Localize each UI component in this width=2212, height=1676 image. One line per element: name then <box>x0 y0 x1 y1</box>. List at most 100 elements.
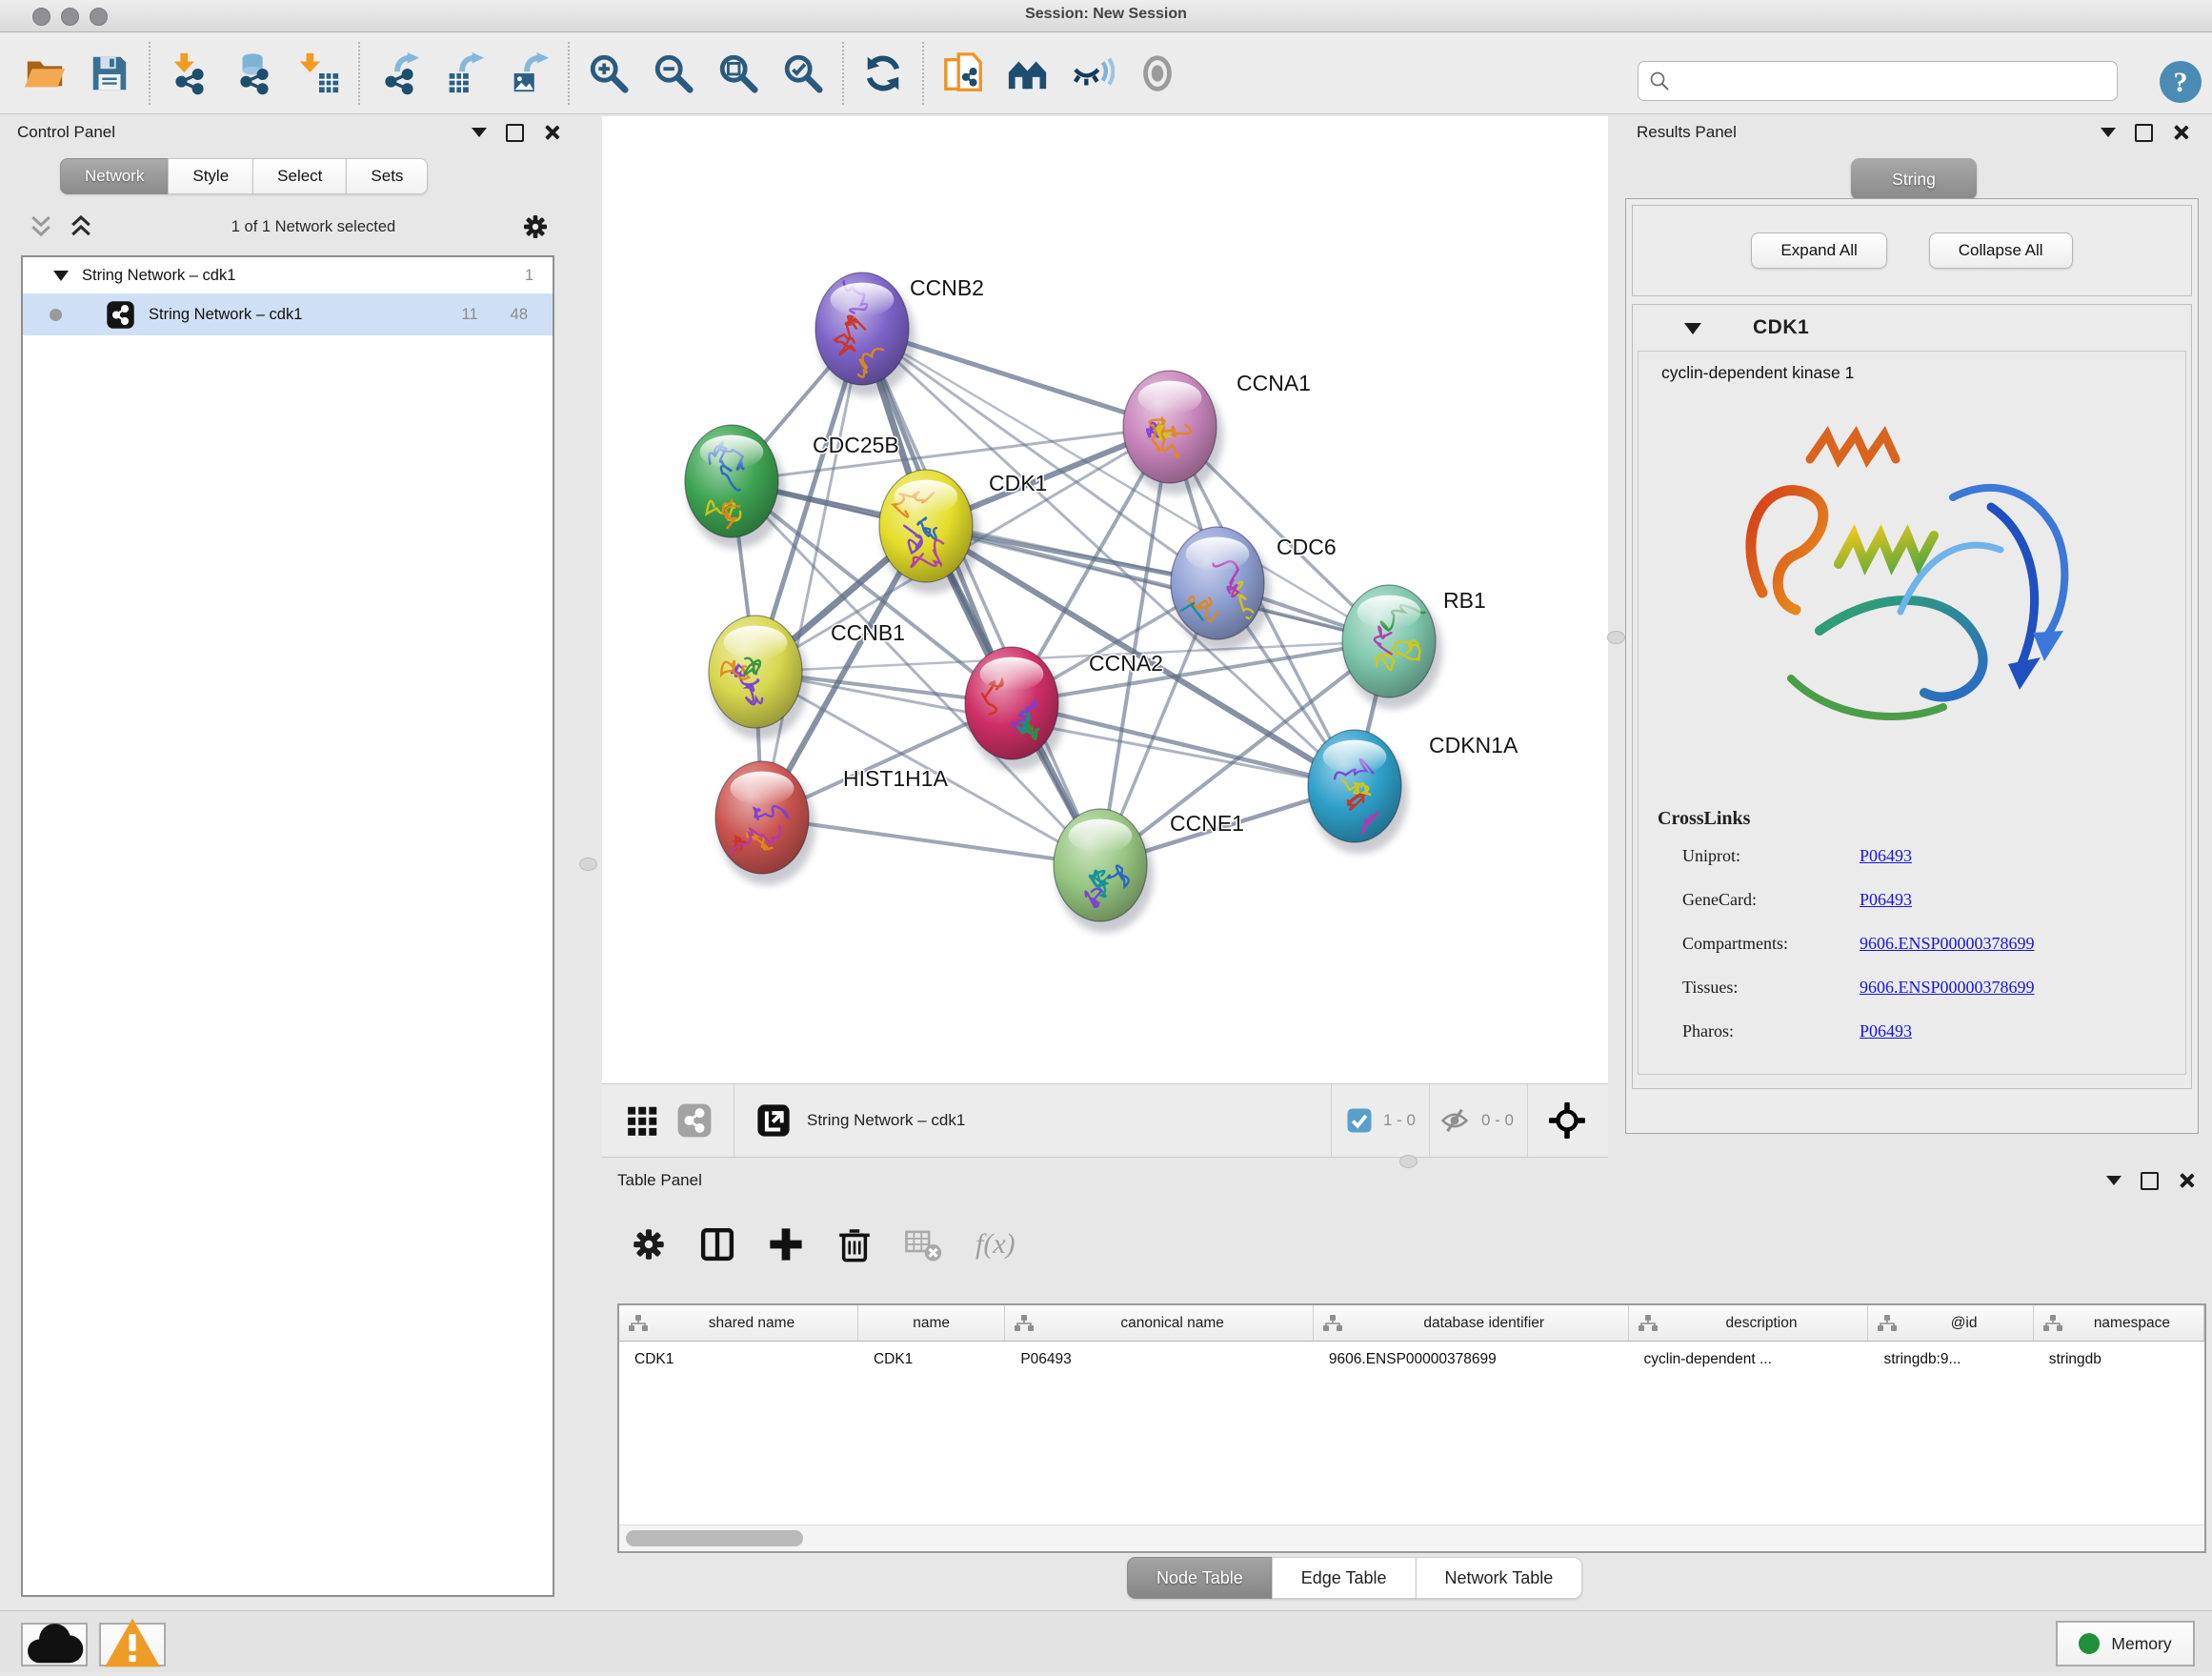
panel-float-icon[interactable] <box>2141 1172 2159 1190</box>
tab-network-table[interactable]: Network Table <box>1416 1557 1583 1599</box>
hide-selected-button[interactable] <box>1065 43 1120 104</box>
table-options-gear-icon[interactable] <box>629 1224 669 1264</box>
network-options-gear-icon[interactable] <box>520 212 551 242</box>
collapse-arrow-icon[interactable] <box>1684 323 1701 343</box>
network-overview-icon[interactable] <box>676 1102 713 1139</box>
zoom-in-button[interactable] <box>581 43 636 104</box>
control-panel-title: Control Panel <box>17 123 115 142</box>
column-label: @id <box>1904 1315 2022 1332</box>
panel-float-icon[interactable] <box>2135 124 2153 142</box>
zoom-in-icon <box>587 51 631 95</box>
column-header-canonical-name[interactable]: canonical name <box>1005 1305 1314 1341</box>
network-node-CDK1[interactable]: CDK1 <box>879 470 1047 594</box>
import-network-button[interactable] <box>162 43 217 104</box>
tab-style[interactable]: Style <box>168 158 253 194</box>
column-header-name[interactable]: name <box>858 1305 1005 1341</box>
birdseye-view-icon[interactable] <box>625 1102 661 1139</box>
detach-view-icon[interactable] <box>755 1102 792 1139</box>
node-details-header[interactable]: CDK1 <box>1633 305 2191 351</box>
column-header-shared-name[interactable]: shared name <box>619 1305 858 1341</box>
import-table-button[interactable] <box>292 43 347 104</box>
table-cell[interactable]: stringdb <box>2034 1351 2204 1368</box>
fit-selected-crosshair-icon[interactable] <box>1549 1102 1585 1139</box>
network-collection-row[interactable]: String Network – cdk1 1 <box>23 257 553 293</box>
panel-float-icon[interactable] <box>506 124 524 142</box>
tab-sets[interactable]: Sets <box>346 158 428 194</box>
tab-edge-table[interactable]: Edge Table <box>1272 1557 1417 1599</box>
tab-network[interactable]: Network <box>60 158 169 194</box>
table-cell[interactable]: cyclin-dependent ... <box>1629 1351 1869 1368</box>
delete-column-icon[interactable] <box>835 1224 875 1264</box>
column-header-namespace[interactable]: namespace <box>2034 1305 2204 1341</box>
zoom-selected-button[interactable] <box>775 43 831 104</box>
collapse-tree-icon[interactable] <box>27 212 55 241</box>
table-cell[interactable]: P06493 <box>1005 1351 1314 1368</box>
column-header-description[interactable]: description <box>1629 1305 1869 1341</box>
panel-close-icon[interactable] <box>2178 1172 2195 1189</box>
export-network-button[interactable] <box>372 43 427 104</box>
cloud-tasks-button[interactable] <box>21 1623 88 1666</box>
clone-network-button[interactable] <box>935 43 991 104</box>
network-node-CDC6[interactable]: CDC6 <box>1161 527 1337 651</box>
tab-node-table[interactable]: Node Table <box>1127 1557 1273 1599</box>
network-canvas[interactable]: CCNB2CCNA1CDC25BCDK1CDC6RB1CCNB1CCNA2CDK… <box>602 116 1608 1083</box>
crosslink-link[interactable]: 9606.ENSP00000378699 <box>1860 934 2035 954</box>
show-columns-icon[interactable] <box>697 1224 737 1264</box>
node-table[interactable]: shared namenamecanonical namedatabase id… <box>617 1303 2206 1553</box>
tab-string[interactable]: String <box>1851 158 1977 200</box>
network-node-CCNA2[interactable]: CCNA2 <box>965 647 1163 771</box>
export-table-button[interactable] <box>436 43 492 104</box>
zoom-fit-button[interactable] <box>711 43 766 104</box>
network-node-RB1[interactable]: RB1 <box>1342 585 1486 709</box>
search-input[interactable] <box>1671 66 2117 96</box>
table-row[interactable]: CDK1CDK1P064939606.ENSP00000378699cyclin… <box>619 1342 2204 1377</box>
network-node-CDKN1A[interactable]: CDKN1A <box>1308 730 1518 854</box>
export-image-button[interactable] <box>501 43 556 104</box>
table-cell[interactable]: CDK1 <box>619 1351 858 1368</box>
open-file-button[interactable] <box>17 43 72 104</box>
table-cell[interactable]: CDK1 <box>858 1351 1005 1368</box>
table-cell[interactable]: 9606.ENSP00000378699 <box>1314 1351 1629 1368</box>
scrollbar-thumb[interactable] <box>626 1530 803 1546</box>
refresh-button[interactable] <box>855 43 911 104</box>
network-node-CCNA1[interactable]: CCNA1 <box>1123 371 1311 495</box>
panel-close-icon[interactable] <box>543 124 560 141</box>
hidden-eye-icon[interactable] <box>1438 1106 1472 1135</box>
panel-menu-icon[interactable] <box>2101 128 2116 145</box>
expand-tree-icon[interactable] <box>67 212 95 241</box>
panel-menu-icon[interactable] <box>472 128 487 145</box>
search-box[interactable] <box>1638 61 2118 101</box>
cloud-icon <box>23 1613 86 1676</box>
warnings-button[interactable] <box>99 1623 166 1666</box>
selected-checkbox-icon[interactable] <box>1345 1106 1374 1135</box>
panel-menu-icon[interactable] <box>2106 1176 2122 1193</box>
column-header-database-identifier[interactable]: database identifier <box>1314 1305 1629 1341</box>
crosslink-link[interactable]: 9606.ENSP00000378699 <box>1860 978 2035 998</box>
network-row-selected[interactable]: String Network – cdk1 11 48 <box>23 293 553 335</box>
first-neighbors-button[interactable] <box>1000 43 1056 104</box>
table-cell[interactable]: stringdb:9... <box>1868 1351 2033 1368</box>
left-splitter-handle[interactable] <box>579 858 597 871</box>
protein-structure-image <box>1705 393 2115 793</box>
network-node-CCNB1[interactable]: CCNB1 <box>709 616 905 739</box>
import-database-button[interactable] <box>227 43 282 104</box>
column-header--id[interactable]: @id <box>1868 1305 2033 1341</box>
crosslink-link[interactable]: P06493 <box>1860 846 1912 866</box>
tab-select[interactable]: Select <box>252 158 347 194</box>
crosslink-link[interactable]: P06493 <box>1860 890 1912 910</box>
show-all-button[interactable] <box>1130 43 1185 104</box>
help-button[interactable]: ? <box>2158 59 2203 105</box>
expand-all-button[interactable]: Expand All <box>1751 232 1886 269</box>
memory-button[interactable]: Memory <box>2056 1621 2195 1666</box>
add-column-icon[interactable] <box>766 1224 806 1264</box>
panel-close-icon[interactable] <box>2172 124 2189 141</box>
network-node-CCNB2[interactable]: CCNB2 <box>815 271 984 396</box>
save-session-button[interactable] <box>82 43 137 104</box>
horizontal-scrollbar[interactable] <box>619 1525 2204 1551</box>
zoom-out-button[interactable] <box>646 43 701 104</box>
crosslink-link[interactable]: P06493 <box>1860 1021 1912 1041</box>
network-node-HIST1H1A[interactable]: HIST1H1A <box>715 761 949 885</box>
first-neighbors-icon <box>1006 51 1050 95</box>
collapse-arrow-icon[interactable] <box>53 271 69 289</box>
collapse-all-button[interactable]: Collapse All <box>1929 232 2073 269</box>
